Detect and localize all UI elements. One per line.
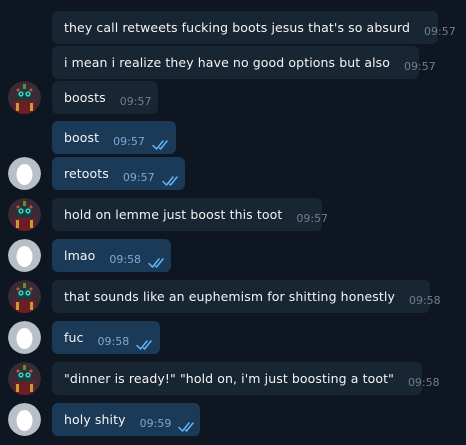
message-time: 09:57 xyxy=(119,95,152,108)
message-bubble-outgoing[interactable]: boost 09:57 xyxy=(52,121,176,154)
message-bubble-outgoing[interactable]: fuc 09:58 xyxy=(52,321,160,354)
message-time: 09:57 xyxy=(113,135,145,148)
message-bubble-incoming[interactable]: they call retweets fucking boots jesus t… xyxy=(52,11,456,44)
robot-avatar-icon[interactable] xyxy=(8,280,41,313)
double-check-icon xyxy=(161,172,180,186)
chat-history[interactable]: they call retweets fucking boots jesus t… xyxy=(0,0,466,445)
message-time: 09:58 xyxy=(109,253,142,266)
message-text: boosts xyxy=(64,90,106,105)
egg-avatar-icon[interactable] xyxy=(8,403,41,436)
double-check-icon xyxy=(152,136,170,150)
robot-avatar-icon[interactable] xyxy=(8,198,41,231)
message-time: 09:58 xyxy=(408,294,441,307)
message-bubble-incoming[interactable]: boosts 09:57 xyxy=(52,81,158,114)
robot-avatar-icon[interactable] xyxy=(8,362,41,395)
egg-avatar-icon[interactable] xyxy=(8,321,41,354)
message-time: 09:59 xyxy=(139,417,172,430)
message-time: 09:57 xyxy=(404,60,436,73)
message-time: 09:57 xyxy=(424,25,456,38)
message-bubble-outgoing[interactable]: lmao 09:58 xyxy=(52,239,171,272)
message-bubble-incoming[interactable]: i mean i realize they have no good optio… xyxy=(52,46,436,79)
message-bubble-incoming[interactable]: hold on lemme just boost this toot 09:57 xyxy=(52,198,328,231)
message-time: 09:58 xyxy=(407,376,440,389)
message-text: holy shity xyxy=(64,412,126,427)
message-time: 09:58 xyxy=(97,335,130,348)
egg-avatar-icon[interactable] xyxy=(8,157,41,190)
egg-avatar-icon[interactable] xyxy=(8,239,41,272)
message-bubble-incoming[interactable]: "dinner is ready!" "hold on, i'm just bo… xyxy=(52,362,440,395)
message-text: lmao xyxy=(64,248,96,263)
double-check-icon xyxy=(178,418,196,432)
message-bubble-outgoing[interactable]: retoots 09:57 xyxy=(52,157,185,190)
message-text: boost xyxy=(64,130,100,145)
double-check-icon xyxy=(136,336,154,350)
message-text: retoots xyxy=(64,166,109,181)
message-text: hold on lemme just boost this toot xyxy=(64,207,283,222)
message-bubble-incoming[interactable]: that sounds like an euphemism for shitti… xyxy=(52,280,441,313)
robot-avatar-icon[interactable] xyxy=(8,81,41,114)
message-time: 09:57 xyxy=(296,212,329,225)
message-text: i mean i realize they have no good optio… xyxy=(64,55,391,70)
double-check-icon xyxy=(148,254,166,268)
message-bubble-outgoing[interactable]: holy shity 09:59 xyxy=(52,403,200,436)
message-text: fuc xyxy=(64,330,84,345)
message-text: that sounds like an euphemism for shitti… xyxy=(64,289,395,304)
message-text: "dinner is ready!" "hold on, i'm just bo… xyxy=(64,371,394,386)
message-text: they call retweets fucking boots jesus t… xyxy=(64,20,411,35)
message-time: 09:57 xyxy=(122,171,155,184)
